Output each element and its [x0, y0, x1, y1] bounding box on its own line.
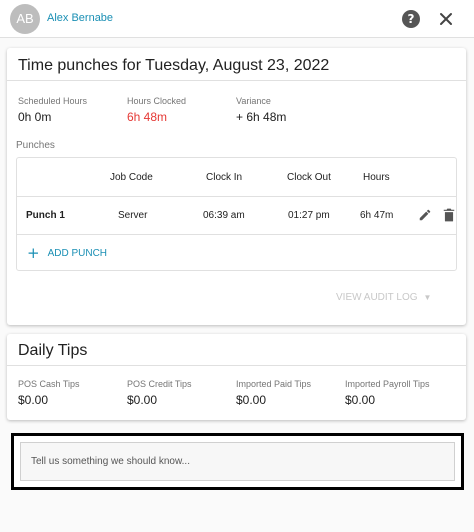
- stat-value-scheduled-hours: 0h 0m: [18, 110, 52, 124]
- column-header-clock-out: Clock Out: [287, 172, 331, 183]
- daily-tips-title: Daily Tips: [18, 342, 88, 359]
- time-punches-title: Time punches for Tuesday, August 23, 202…: [18, 57, 330, 74]
- tip-label-imported-payroll: Imported Payroll Tips: [345, 379, 430, 389]
- row-divider: [17, 234, 456, 235]
- column-header-clock-in: Clock In: [206, 172, 243, 183]
- add-punch-button[interactable]: + ADD PUNCH: [27, 245, 107, 261]
- avatar[interactable]: AB: [10, 4, 40, 34]
- tip-value-pos-credit: $0.00: [127, 393, 158, 407]
- punch-row-clock-out: 01:27 pm: [288, 210, 330, 221]
- punch-row-name: Punch 1: [26, 210, 65, 221]
- stat-value-hours-clocked: 6h 48m: [127, 110, 168, 124]
- header-divider: [17, 196, 456, 197]
- tip-label-pos-cash: POS Cash Tips: [18, 379, 80, 389]
- card-divider: [7, 365, 466, 366]
- delete-trash-icon[interactable]: [443, 208, 455, 222]
- card-divider: [7, 80, 466, 81]
- stat-value-variance: + 6h 48m: [236, 110, 287, 124]
- column-header-hours: Hours: [363, 172, 390, 183]
- stat-label-variance: Variance: [236, 96, 271, 106]
- tip-value-imported-paid: $0.00: [236, 393, 267, 407]
- daily-tips-card: Daily Tips POS Cash Tips $0.00 POS Credi…: [7, 334, 466, 420]
- help-circle-icon[interactable]: ?: [402, 10, 420, 28]
- chevron-down-icon: ▼: [423, 293, 432, 302]
- tip-value-imported-payroll: $0.00: [345, 393, 376, 407]
- punches-section-label: Punches: [16, 140, 55, 151]
- top-bar: AB Alex Bernabe ?: [0, 0, 474, 38]
- stat-label-scheduled-hours: Scheduled Hours: [18, 96, 88, 106]
- edit-pencil-icon[interactable]: [418, 208, 432, 222]
- feedback-input[interactable]: [20, 442, 455, 481]
- feedback-highlight-frame: [11, 433, 464, 490]
- view-audit-log-label: VIEW AUDIT LOG: [336, 292, 418, 303]
- punch-row-clock-in: 06:39 am: [203, 210, 245, 221]
- punch-row-hours: 6h 47m: [360, 210, 394, 221]
- stat-label-hours-clocked: Hours Clocked: [127, 96, 187, 106]
- tip-label-pos-credit: POS Credit Tips: [127, 379, 192, 389]
- punch-row-job-code: Server: [118, 210, 148, 221]
- plus-icon: +: [27, 244, 40, 262]
- user-name-link[interactable]: Alex Bernabe: [47, 12, 113, 24]
- tip-label-imported-paid: Imported Paid Tips: [236, 379, 312, 389]
- punches-table: Job Code Clock In Clock Out Hours Punch …: [16, 157, 457, 271]
- tip-value-pos-cash: $0.00: [18, 393, 49, 407]
- view-audit-log-button[interactable]: VIEW AUDIT LOG ▼: [336, 292, 431, 303]
- column-header-job-code: Job Code: [110, 172, 153, 183]
- add-punch-label: ADD PUNCH: [47, 247, 108, 259]
- close-icon[interactable]: [437, 10, 455, 28]
